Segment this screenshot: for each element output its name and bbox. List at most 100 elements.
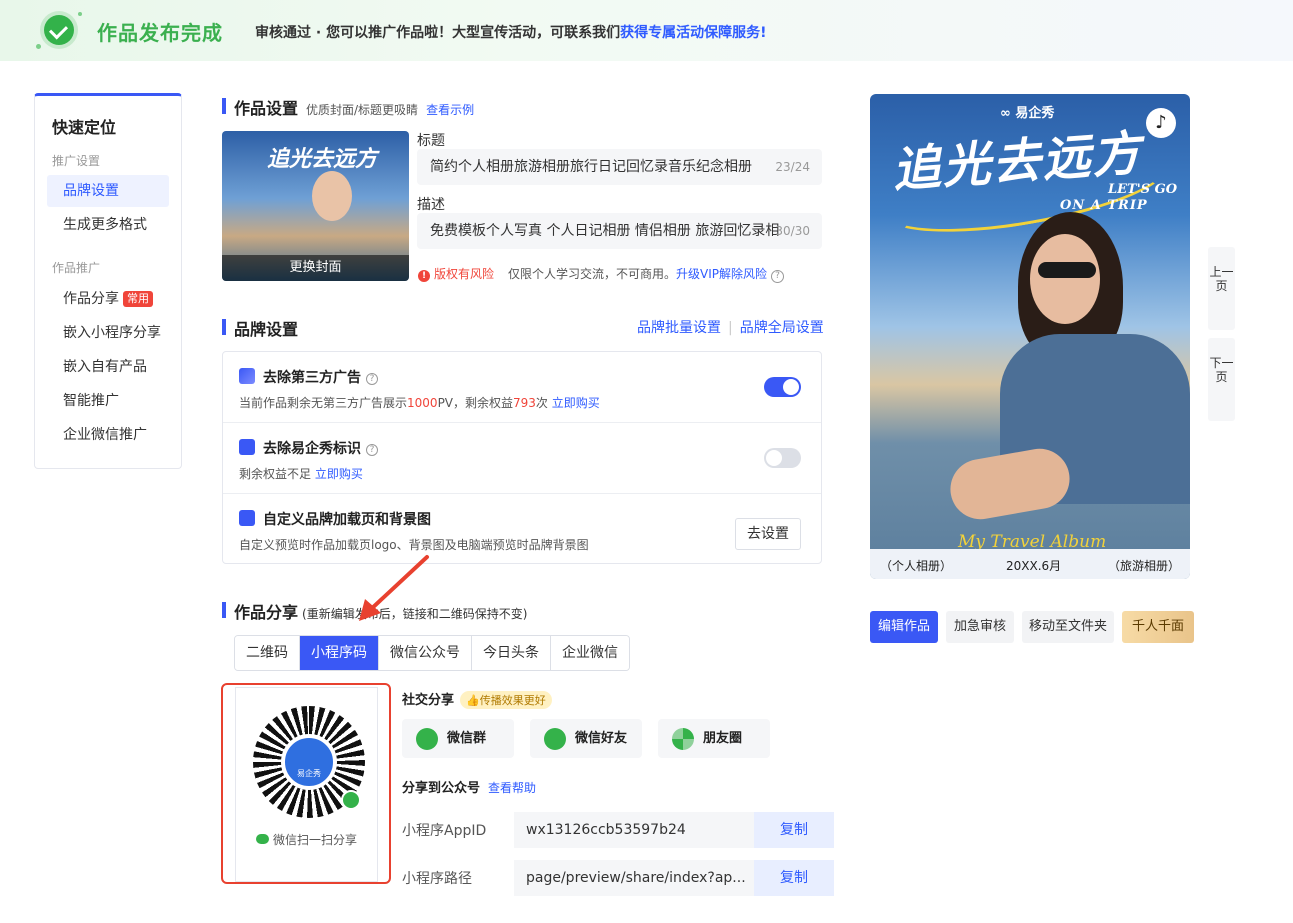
tab-wecom[interactable]: 企业微信 (551, 636, 629, 670)
activity-service-link[interactable]: 获得专属活动保障服务! (620, 25, 766, 41)
logo-block-icon (239, 439, 255, 455)
sidebar-item-embed-own-product[interactable]: 嵌入自有产品 (47, 351, 169, 383)
divider: | (728, 320, 733, 336)
qr-caption-text: 微信扫一扫分享 (272, 833, 357, 847)
path-label: 小程序路径 (402, 871, 472, 887)
upgrade-vip-link[interactable]: 升级VIP解除风险 (676, 267, 767, 281)
heading-text: 社交分享 (402, 693, 455, 708)
poster-subtitle-2: ON A TRIP (1060, 198, 1148, 213)
sidebar-item-embed-miniprogram[interactable]: 嵌入小程序分享 (47, 317, 169, 349)
question-icon[interactable]: ? (366, 444, 378, 456)
publish-success-banner: 作品发布完成 审核通过 · 您可以推广作品啦！大型宣传活动，可联系我们获得专属活… (0, 0, 1293, 61)
desc-text: 次 (535, 396, 548, 410)
desc-label: 描述 (417, 197, 445, 213)
remove-ads-toggle[interactable] (764, 377, 801, 397)
warning-icon: ! (418, 270, 430, 282)
brand-batch-link[interactable]: 品牌批量设置 (637, 320, 721, 336)
music-note-icon[interactable]: ♪ (1146, 108, 1176, 138)
view-help-link[interactable]: 查看帮助 (488, 781, 536, 795)
annotation-arrow (359, 555, 429, 621)
move-to-folder-button[interactable]: 移动至文件夹 (1022, 611, 1114, 643)
cover-photo (312, 171, 352, 221)
sidebar-item-brand-settings[interactable]: 品牌设置 (47, 175, 169, 207)
question-icon[interactable]: ? (366, 373, 378, 385)
sparkle-icon (36, 44, 41, 49)
prev-page-button[interactable]: 上一页 (1208, 247, 1235, 330)
work-settings-header: 作品设置 优质封面/标题更吸睛 查看示例 (222, 95, 474, 119)
remove-ads-title: 去除第三方广告? (263, 367, 378, 387)
title-value: 简约个人相册旅游相册旅行日记回忆录音乐纪念相册 (430, 159, 752, 175)
view-example-link[interactable]: 查看示例 (426, 103, 474, 117)
button-label: 微信群 (447, 731, 487, 746)
copy-path-button[interactable]: 复制 (754, 860, 834, 896)
help-icon[interactable]: ? (771, 270, 785, 283)
miniprogram-qrcode[interactable]: 易企秀 (253, 706, 365, 818)
path-field[interactable]: page/preview/share/index?ap... (514, 860, 754, 896)
qr-logo: 易企秀 (281, 734, 337, 790)
urgent-review-button[interactable]: 加急审核 (946, 611, 1014, 643)
brand-global-link[interactable]: 品牌全局设置 (740, 320, 824, 336)
sidebar-item-share[interactable]: 作品分享 常用 (47, 283, 169, 315)
poster-bottom-right: （旅游相册） (1107, 559, 1180, 573)
sparkle-icon (78, 12, 82, 16)
banner-message: 审核通过 · 您可以推广作品啦！大型宣传活动，可联系我们获得专属活动保障服务! (255, 22, 766, 42)
tab-miniprogram-code[interactable]: 小程序码 (300, 636, 379, 670)
remove-logo-toggle[interactable] (764, 448, 801, 468)
success-check-icon (44, 15, 74, 45)
section-title: 作品分享 (234, 603, 299, 622)
sidebar-group-promotion: 作品推广 (52, 261, 101, 275)
sidebar-item-more-formats[interactable]: 生成更多格式 (47, 209, 169, 241)
share-wechat-friend-button[interactable]: 微信好友 (530, 719, 642, 758)
cover-image[interactable]: 追光去远方 更换封面 (222, 131, 409, 281)
risk-note: 仅限个人学习交流，不可商用。 (508, 267, 677, 281)
sidebar-item-wecom-promo[interactable]: 企业微信推广 (47, 419, 169, 451)
risk-label: 版权有风险 (434, 267, 495, 281)
sidebar-group-promo-settings: 推广设置 (52, 154, 101, 168)
poster-bottom-mid: 20XX.6月 (1006, 559, 1062, 573)
go-settings-button[interactable]: 去设置 (735, 518, 801, 550)
remain-count: 793 (513, 396, 536, 410)
appid-field[interactable]: wx13126ccb53597b24 (514, 812, 754, 848)
buy-now-link[interactable]: 立即购买 (315, 467, 363, 481)
change-cover-button[interactable]: 更换封面 (222, 255, 409, 281)
poster-bottom-left: （个人相册） (880, 559, 953, 573)
custom-loading-desc: 自定义预览时作品加载页logo、背景图及电脑端预览时品牌背景图 (239, 538, 589, 552)
mp-share-title: 分享到公众号 查看帮助 (402, 777, 536, 796)
sidebar-item-label: 作品分享 (63, 291, 119, 307)
remove-logo-title: 去除易企秀标识? (263, 438, 378, 458)
share-wechat-group-button[interactable]: 微信群 (402, 719, 514, 758)
miniprogram-icon (341, 790, 361, 810)
row-title: 去除第三方广告 (263, 370, 361, 386)
remove-logo-row: 去除易企秀标识? 剩余权益不足 立即购买 (223, 423, 821, 494)
copyright-risk-row: ! 版权有风险 仅限个人学习交流，不可商用。升级VIP解除风险? (418, 265, 785, 283)
title-label: 标题 (417, 133, 445, 149)
copy-appid-button[interactable]: 复制 (754, 812, 834, 848)
wechat-icon (255, 834, 269, 844)
poster-bottom-bar: （个人相册） 20XX.6月 （旅游相册） (870, 549, 1190, 579)
title-input[interactable]: 简约个人相册旅游相册旅行日记回忆录音乐纪念相册 23/24 (417, 149, 822, 185)
share-moments-button[interactable]: 朋友圈 (658, 719, 770, 758)
sidebar-item-smart-promo[interactable]: 智能推广 (47, 385, 169, 417)
tab-wechat-mp[interactable]: 微信公众号 (379, 636, 472, 670)
desc-text: 剩余权益不足 (239, 467, 312, 481)
buy-now-link[interactable]: 立即购买 (552, 396, 600, 410)
section-subtitle: 优质封面/标题更吸睛 (306, 103, 419, 117)
common-badge: 常用 (123, 291, 153, 307)
social-share-title: 社交分享 👍传播效果更好 (402, 689, 552, 709)
desc-input[interactable]: 免费模板个人写真 个人日记相册 情侣相册 旅游回忆录相 30/30 (417, 213, 822, 249)
moments-icon (672, 728, 694, 750)
banner-message-text: 审核通过 · 您可以推广作品啦！大型宣传活动，可联系我们 (255, 25, 621, 41)
brand-settings-header: 品牌设置 (222, 316, 298, 340)
brand-settings-card: 去除第三方广告? 当前作品剩余无第三方广告展示1000PV，剩余权益793次 立… (222, 351, 822, 564)
edit-work-button[interactable]: 编辑作品 (870, 611, 938, 643)
tab-toutiao[interactable]: 今日头条 (472, 636, 551, 670)
brand-links: 品牌批量设置 | 品牌全局设置 (637, 317, 824, 337)
personalization-button[interactable]: 千人千面 (1122, 611, 1194, 643)
next-page-button[interactable]: 下一页 (1208, 338, 1235, 421)
qr-brand: 易企秀 (297, 769, 321, 778)
wechat-icon (544, 728, 566, 750)
pv-count: 1000 (407, 396, 438, 410)
custom-loading-title: 自定义品牌加载页和背景图 (263, 512, 431, 528)
tab-qrcode[interactable]: 二维码 (235, 636, 300, 670)
section-title: 作品设置 (234, 99, 299, 118)
